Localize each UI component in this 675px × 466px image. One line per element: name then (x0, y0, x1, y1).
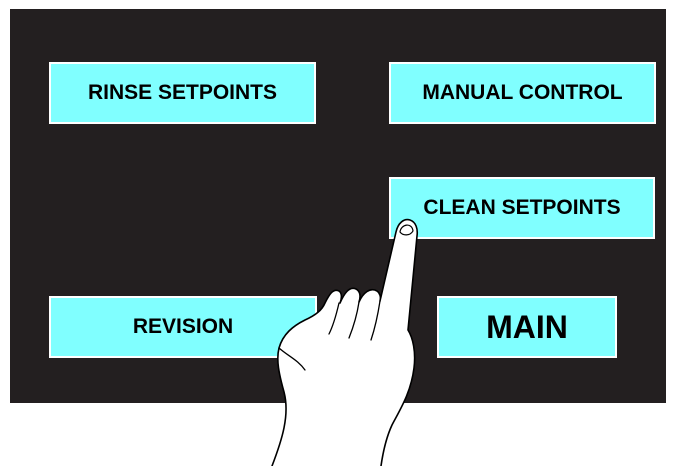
hmi-screen-illustration: RINSE SETPOINTS MANUAL CONTROL CLEAN SET… (0, 0, 675, 466)
rinse-setpoints-button[interactable]: RINSE SETPOINTS (49, 62, 316, 124)
main-button[interactable]: MAIN (437, 296, 617, 358)
clean-setpoints-button[interactable]: CLEAN SETPOINTS (389, 177, 655, 239)
manual-control-button[interactable]: MANUAL CONTROL (389, 62, 656, 124)
revision-button[interactable]: REVISION (49, 296, 317, 358)
manual-control-label: MANUAL CONTROL (422, 81, 623, 104)
revision-label: REVISION (132, 315, 234, 338)
main-label: MAIN (486, 308, 568, 345)
clean-setpoints-label: CLEAN SETPOINTS (423, 196, 621, 219)
rinse-setpoints-label: RINSE SETPOINTS (87, 81, 278, 104)
